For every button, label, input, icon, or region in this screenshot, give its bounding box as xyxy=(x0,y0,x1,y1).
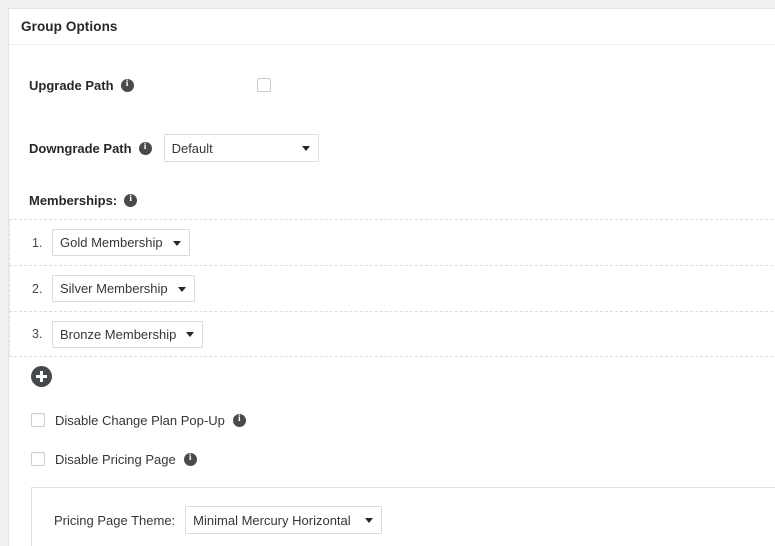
disable-change-plan-popup-label: Disable Change Plan Pop-Up xyxy=(55,413,225,428)
membership-select-2[interactable]: Silver Membership xyxy=(52,275,195,302)
metabox-body: Upgrade Path i Downgrade Path i Default … xyxy=(9,45,775,546)
disable-change-plan-popup-row: Disable Change Plan Pop-Up i xyxy=(9,410,775,430)
upgrade-path-row: Upgrade Path i xyxy=(9,71,775,99)
membership-row: 1. Gold Membership xyxy=(9,219,775,265)
chevron-down-icon xyxy=(302,146,310,151)
info-icon[interactable]: i xyxy=(233,414,246,427)
memberships-label: Memberships: xyxy=(29,193,117,208)
pricing-page-theme-select[interactable]: Minimal Mercury Horizontal xyxy=(185,506,381,534)
metabox-header: Group Options xyxy=(9,9,775,45)
disable-pricing-page-checkbox[interactable] xyxy=(31,452,45,466)
upgrade-path-label: Upgrade Path xyxy=(29,78,114,93)
disable-pricing-page-row: Disable Pricing Page i xyxy=(9,449,775,469)
membership-value-1: Gold Membership xyxy=(60,235,163,250)
memberships-repeater: 1. Gold Membership 2. Silver Membership … xyxy=(9,219,775,357)
disable-change-plan-popup-checkbox[interactable] xyxy=(31,413,45,427)
pricing-page-theme-label: Pricing Page Theme: xyxy=(54,513,175,528)
plus-icon[interactable] xyxy=(31,366,52,387)
membership-select-3[interactable]: Bronze Membership xyxy=(52,321,203,348)
downgrade-path-value: Default xyxy=(172,141,213,156)
add-membership-wrap xyxy=(9,357,775,392)
membership-value-3: Bronze Membership xyxy=(60,327,176,342)
page-title: Group Options xyxy=(21,19,118,34)
membership-select-1[interactable]: Gold Membership xyxy=(52,229,190,256)
pricing-page-theme-value: Minimal Mercury Horizontal xyxy=(193,513,350,528)
downgrade-path-label-group: Downgrade Path i xyxy=(29,141,152,156)
info-icon[interactable]: i xyxy=(121,79,134,92)
chevron-down-icon xyxy=(173,241,181,246)
info-icon[interactable]: i xyxy=(184,453,197,466)
info-icon-glyph: i xyxy=(238,415,241,425)
membership-row-index: 2. xyxy=(32,282,52,296)
membership-value-2: Silver Membership xyxy=(60,281,168,296)
info-icon-glyph: i xyxy=(126,80,129,90)
info-icon-glyph: i xyxy=(144,143,147,153)
membership-row-index: 1. xyxy=(32,236,52,250)
chevron-down-icon xyxy=(178,287,186,292)
info-icon[interactable]: i xyxy=(139,142,152,155)
screen: Group Options Upgrade Path i Downgrade P… xyxy=(0,0,775,546)
upgrade-path-label-group: Upgrade Path i xyxy=(29,78,257,93)
info-icon[interactable]: i xyxy=(124,194,137,207)
pricing-page-theme-row: Pricing Page Theme: Minimal Mercury Hori… xyxy=(32,506,775,534)
upgrade-path-checkbox[interactable] xyxy=(257,78,271,92)
memberships-label-row: Memberships: i xyxy=(9,190,775,210)
chevron-down-icon xyxy=(365,518,373,523)
membership-row: 2. Silver Membership xyxy=(9,265,775,311)
disable-pricing-page-label: Disable Pricing Page xyxy=(55,452,176,467)
chevron-down-icon xyxy=(186,332,194,337)
membership-row: 3. Bronze Membership xyxy=(9,311,775,357)
downgrade-path-label: Downgrade Path xyxy=(29,141,132,156)
membership-row-index: 3. xyxy=(32,327,52,341)
group-options-metabox: Group Options Upgrade Path i Downgrade P… xyxy=(8,8,775,546)
pricing-page-theme-panel: Pricing Page Theme: Minimal Mercury Hori… xyxy=(31,487,775,546)
info-icon-glyph: i xyxy=(129,195,132,205)
downgrade-path-select[interactable]: Default xyxy=(164,134,319,162)
downgrade-path-row: Downgrade Path i Default xyxy=(9,134,775,162)
info-icon-glyph: i xyxy=(189,454,192,464)
